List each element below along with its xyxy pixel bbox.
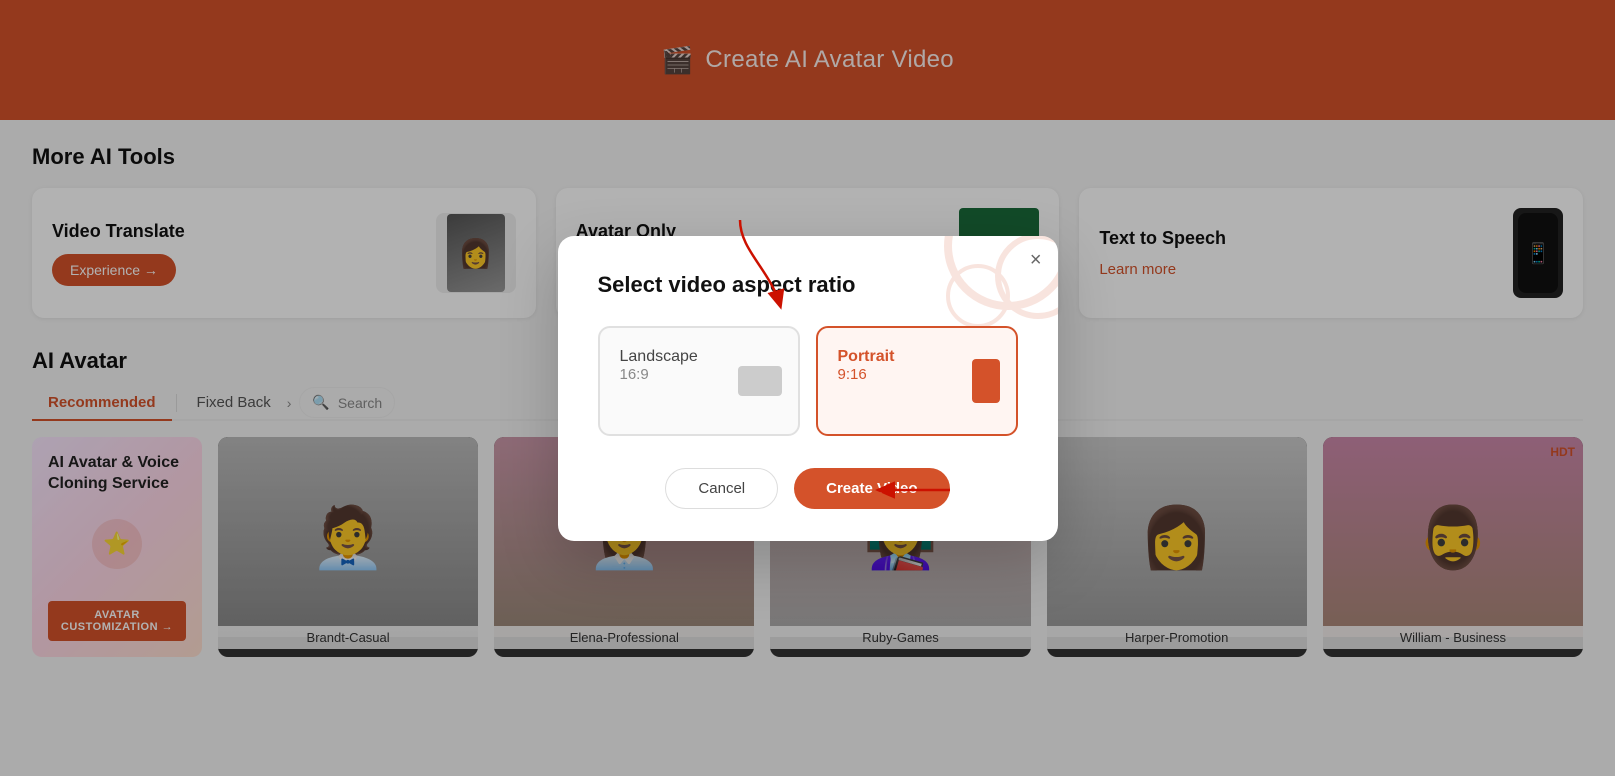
portrait-label-group: Portrait 9:16 — [838, 348, 895, 383]
landscape-icon — [738, 366, 782, 396]
landscape-label-group: Landscape 16:9 — [620, 348, 698, 383]
modal-close-button[interactable]: × — [1030, 250, 1042, 270]
create-video-button[interactable]: Create Video — [794, 468, 949, 509]
landscape-ratio: 16:9 — [620, 366, 698, 383]
aspect-ratio-modal: × Select video aspect ratio Landscape 16… — [558, 236, 1058, 541]
portrait-icon — [972, 359, 1000, 403]
portrait-label: Portrait — [838, 348, 895, 366]
portrait-option[interactable]: Portrait 9:16 — [816, 326, 1018, 436]
portrait-shape — [972, 359, 1000, 403]
cancel-button[interactable]: Cancel — [665, 468, 778, 509]
modal-decoration — [858, 236, 1058, 336]
landscape-option[interactable]: Landscape 16:9 — [598, 326, 800, 436]
landscape-label: Landscape — [620, 348, 698, 366]
portrait-ratio: 9:16 — [838, 366, 895, 383]
modal-actions: Cancel Create Video — [598, 468, 1018, 509]
modal-overlay: × Select video aspect ratio Landscape 16… — [0, 0, 1615, 776]
ratio-options: Landscape 16:9 Portrait 9:16 — [598, 326, 1018, 436]
decoration-pattern — [858, 236, 1058, 336]
landscape-shape — [738, 366, 782, 396]
